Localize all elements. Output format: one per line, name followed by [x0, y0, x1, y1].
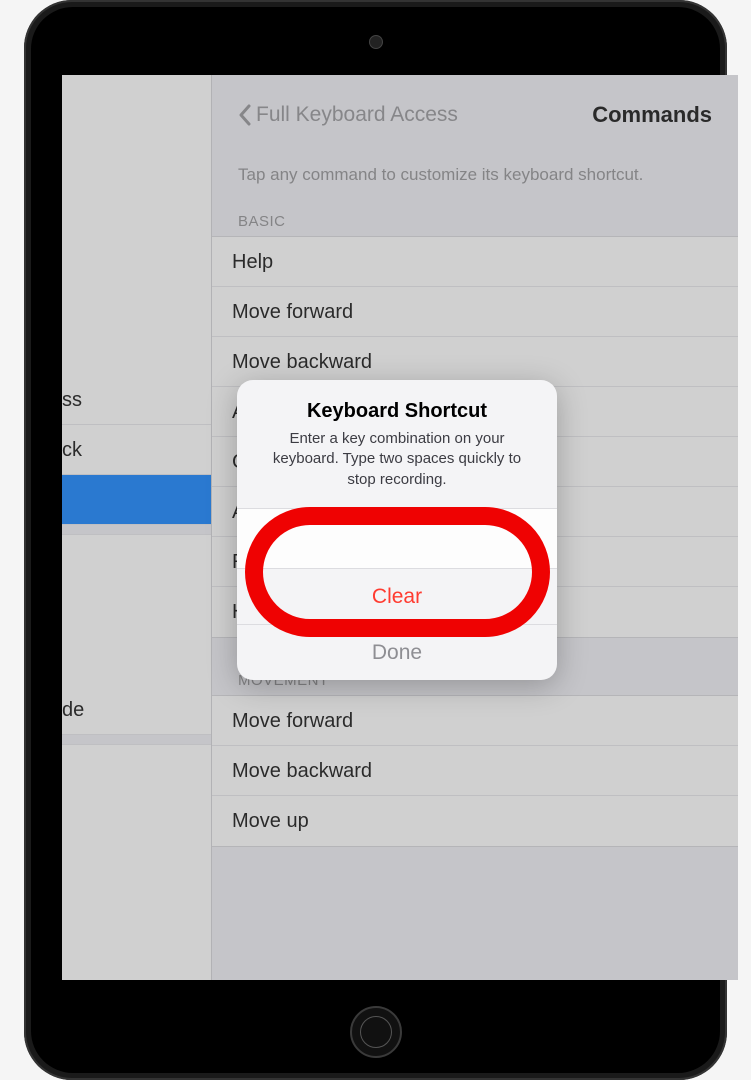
screen: ss ck de Full Keyboard Access Commands T…	[62, 75, 738, 980]
alert-header: Keyboard Shortcut Enter a key combinatio…	[237, 380, 557, 508]
done-button[interactable]: Done	[237, 624, 557, 680]
clear-button[interactable]: Clear	[237, 568, 557, 624]
shortcut-input[interactable]	[237, 508, 557, 568]
alert-message: Enter a key combination on your keyboard…	[259, 429, 535, 490]
front-camera	[369, 35, 383, 49]
home-button[interactable]	[350, 1006, 402, 1058]
ipad-frame: ss ck de Full Keyboard Access Commands T…	[24, 0, 727, 1080]
alert-title: Keyboard Shortcut	[259, 400, 535, 423]
keyboard-shortcut-alert: Keyboard Shortcut Enter a key combinatio…	[237, 380, 557, 680]
